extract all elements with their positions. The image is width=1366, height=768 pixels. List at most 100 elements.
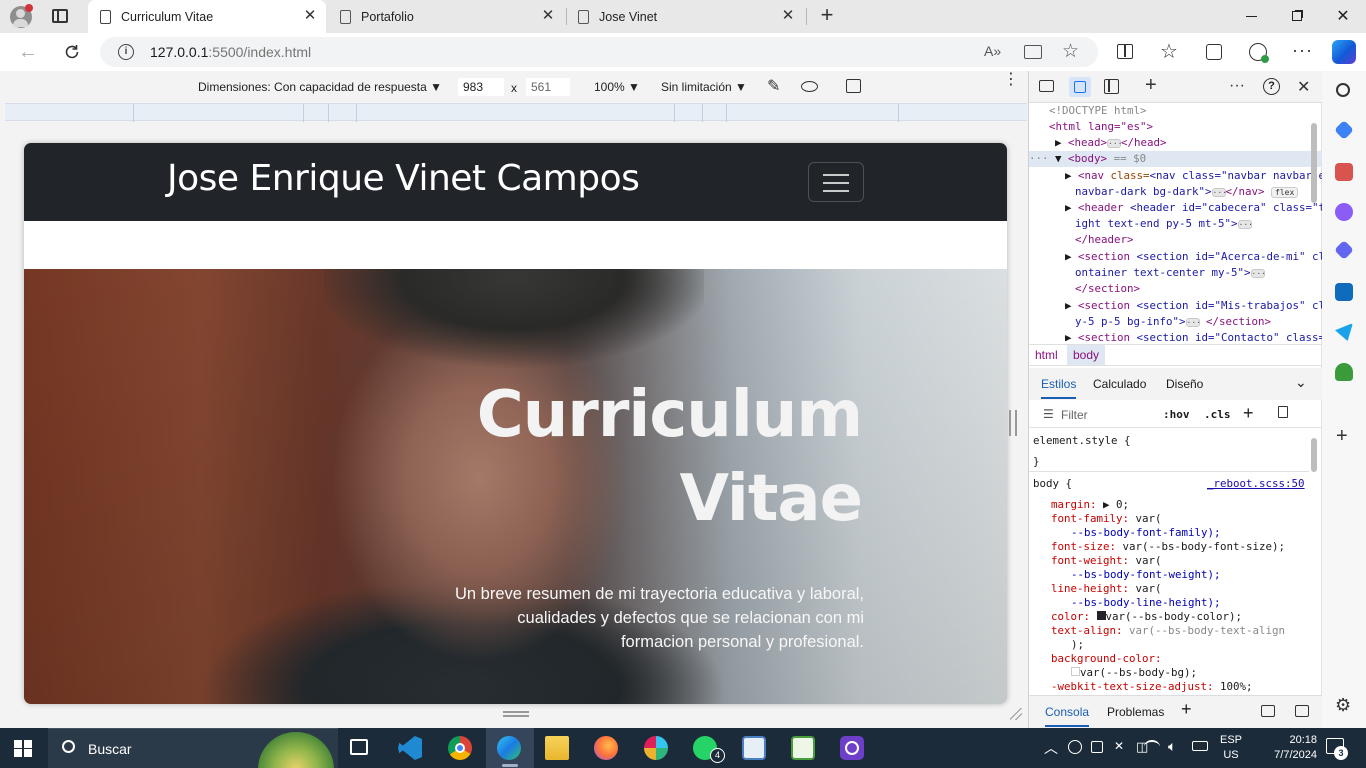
close-tab-icon[interactable]: ✕ (540, 8, 556, 24)
tab-problemas[interactable]: Problemas (1107, 705, 1164, 719)
read-aloud-icon[interactable]: A» (984, 43, 1001, 59)
resize-corner-handle[interactable] (1010, 708, 1022, 720)
profile-avatar[interactable] (10, 4, 33, 28)
throttle-dropdown[interactable]: Sin limitación ▼ (661, 80, 747, 94)
dock-icon[interactable] (1104, 79, 1119, 94)
inspect-icon[interactable] (1039, 80, 1054, 92)
tree-icon[interactable] (1335, 363, 1353, 381)
navbar-brand[interactable]: Jose Enrique Vinet Campos (167, 158, 640, 199)
element-style-rule[interactable]: element.style { (1033, 434, 1131, 448)
tab-consola[interactable]: Consola (1045, 705, 1090, 727)
send-icon[interactable] (1335, 323, 1353, 341)
firefox-icon[interactable] (594, 736, 618, 760)
dom-nav-node[interactable]: ▶ <nav class=<nav class="navbar navbar-e… (1065, 168, 1322, 184)
outlook-icon[interactable] (1335, 283, 1353, 301)
media-query-ruler[interactable] (5, 103, 1027, 122)
body-rule-selector[interactable]: body { (1033, 477, 1072, 491)
url-bar[interactable]: i 127.0.0.1:5500/index.html A» ☆ (100, 37, 1098, 67)
devtools-more-icon[interactable]: ··· (1229, 77, 1245, 95)
viewport-width-input[interactable]: 983 (458, 78, 504, 96)
edge-icon[interactable] (497, 736, 521, 760)
zoom-dropdown[interactable]: 100% ▼ (594, 80, 640, 94)
refresh-button[interactable] (57, 38, 87, 66)
rotate-icon[interactable] (846, 79, 861, 93)
tab-actions-icon[interactable] (52, 9, 68, 23)
tab-calculado[interactable]: Calculado (1093, 377, 1146, 391)
dimensions-dropdown[interactable]: Dimensiones: Con capacidad de respuesta … (198, 80, 442, 94)
crumb-body[interactable]: body (1067, 345, 1106, 365)
games-icon[interactable] (1335, 203, 1353, 221)
help-icon[interactable]: ? (1263, 78, 1280, 95)
split-screen-icon[interactable] (1117, 44, 1133, 59)
tab-jose-vinet[interactable]: Jose Vinet ✕ (568, 0, 804, 33)
search-icon[interactable] (1336, 83, 1350, 97)
chevron-down-icon[interactable]: ⌄ (1295, 374, 1307, 391)
color-swatch[interactable] (1096, 611, 1106, 620)
info-icon[interactable]: i (118, 44, 134, 60)
cls-button[interactable]: .cls (1204, 408, 1231, 421)
image-viewer-icon[interactable] (742, 736, 766, 760)
browser-essentials-icon[interactable] (1249, 43, 1269, 63)
dom-scrollbar[interactable] (1311, 123, 1317, 203)
copilot-sidebar-icon[interactable] (1334, 240, 1354, 260)
favorite-star-icon[interactable]: ☆ (1062, 40, 1079, 63)
input-icon[interactable]: ✕ (1114, 739, 1124, 753)
close-drawer-icon[interactable] (1295, 705, 1309, 717)
shopping-tag-icon[interactable] (1334, 120, 1354, 140)
battery-icon[interactable] (1192, 741, 1208, 751)
volume-icon[interactable]: 🔈︎ (1168, 738, 1176, 755)
back-button[interactable]: ← (13, 38, 43, 66)
paint-icon[interactable] (1278, 406, 1288, 418)
new-tab-button[interactable]: + (815, 4, 839, 28)
flex-badge[interactable]: flex (1271, 187, 1299, 198)
vision-deficiency-icon[interactable] (801, 81, 818, 92)
undock-drawer-icon[interactable] (1261, 705, 1275, 717)
dom-section-trabajos[interactable]: ▶ <section <section id="Mis-trabajos" cl… (1065, 298, 1322, 314)
taskbar-search-box[interactable]: Buscar (48, 728, 338, 768)
favorites-icon[interactable]: ☆ (1160, 39, 1178, 64)
copilot-icon[interactable] (1332, 40, 1356, 64)
dom-html-node[interactable]: <html lang="es"> (1049, 119, 1153, 135)
language-indicator[interactable]: ESP US (1220, 733, 1242, 763)
dom-head-node[interactable]: ▶ <head>···</head> (1055, 135, 1167, 151)
slack-icon[interactable] (644, 736, 668, 760)
viewport-width-handle[interactable] (1009, 410, 1017, 436)
tab-diseno[interactable]: Diseño (1166, 377, 1203, 391)
minimize-button[interactable] (1228, 0, 1274, 32)
chrome-icon[interactable] (448, 736, 472, 760)
device-more-icon[interactable]: ⋮ (1003, 72, 1019, 88)
vscode-icon[interactable] (398, 736, 422, 760)
restore-button[interactable] (1274, 0, 1320, 32)
close-tab-icon[interactable]: ✕ (780, 8, 796, 24)
reboot-source-link[interactable]: _reboot.scss:50 (1207, 477, 1305, 491)
dom-body-node-selected[interactable]: ··· ▼ <body> == $0 (1029, 151, 1322, 167)
file-explorer-icon[interactable] (545, 736, 569, 760)
new-rule-icon[interactable]: + (1243, 403, 1254, 424)
close-tab-icon[interactable]: ✕ (302, 8, 318, 24)
collections-icon[interactable] (1206, 44, 1222, 60)
close-devtools-icon[interactable]: ✕ (1297, 77, 1310, 97)
github-icon[interactable] (840, 736, 864, 760)
spreadsheet-icon[interactable] (791, 736, 815, 760)
dom-doctype[interactable]: <!DOCTYPE html> (1049, 103, 1147, 119)
tab-portafolio[interactable]: Portafolio ✕ (328, 0, 564, 33)
wifi-icon[interactable] (1144, 740, 1160, 754)
task-view-icon[interactable] (350, 739, 368, 755)
bg-swatch[interactable] (1071, 667, 1080, 676)
meet-now-icon[interactable] (1091, 741, 1103, 753)
close-window-button[interactable]: ✕ (1320, 0, 1366, 32)
crumb-html[interactable]: html (1035, 348, 1058, 362)
tab-estilos[interactable]: Estilos (1041, 377, 1077, 399)
viewport-height-handle[interactable] (503, 711, 529, 717)
navbar-toggler-button[interactable] (808, 162, 864, 202)
clock[interactable]: 20:18 7/7/2024 (1255, 733, 1317, 763)
windows-start-icon[interactable] (14, 740, 32, 757)
more-options-icon[interactable]: ··· (1292, 40, 1313, 61)
filter-input[interactable]: Filter (1061, 408, 1088, 422)
tray-app-icon[interactable] (1068, 740, 1082, 754)
viewport-height-input[interactable]: 561 (526, 78, 570, 96)
dom-header-node[interactable]: ▶ <header <header id="cabecera" class="t… (1065, 200, 1322, 216)
add-panel-icon[interactable]: + (1145, 74, 1157, 97)
settings-gear-icon[interactable]: ⚙ (1335, 695, 1351, 716)
add-drawer-tab-icon[interactable]: + (1181, 699, 1192, 720)
